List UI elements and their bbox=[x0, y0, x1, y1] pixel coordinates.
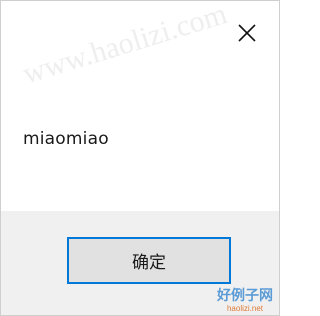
close-button[interactable] bbox=[227, 13, 267, 53]
ok-button-label: 确定 bbox=[132, 253, 166, 273]
message-dialog: www.haolizi.com www.haolizi.com miaomiao… bbox=[0, 0, 280, 316]
watermark-text: www.haolizi.com bbox=[19, 0, 231, 91]
close-icon bbox=[237, 23, 257, 43]
ok-button[interactable]: 确定 bbox=[67, 237, 231, 284]
dialog-message: miaomiao bbox=[23, 129, 109, 149]
